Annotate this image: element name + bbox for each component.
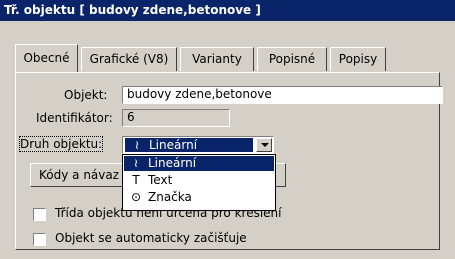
option-symbol-label: Značka bbox=[148, 190, 192, 204]
object-kind-selected: ≀ Lineární bbox=[125, 138, 253, 152]
tab-obecne[interactable]: Obecné bbox=[15, 44, 78, 72]
option-text-label: Text bbox=[148, 173, 173, 187]
auto-clean-checkbox[interactable] bbox=[33, 233, 46, 246]
symbol-icon: ⊙ bbox=[130, 190, 142, 204]
linear-icon: ≀ bbox=[134, 138, 140, 152]
text-icon: T bbox=[132, 173, 140, 187]
class-not-drawable-checkbox[interactable] bbox=[33, 208, 46, 221]
object-label: Objekt: bbox=[64, 88, 108, 102]
identifier-label: Identifikátor: bbox=[36, 111, 113, 125]
tab-varianty[interactable]: Varianty bbox=[180, 47, 254, 71]
chevron-down-icon[interactable] bbox=[256, 138, 272, 152]
tab-graficke[interactable]: Grafické (V8) bbox=[81, 47, 177, 71]
class-not-drawable-label-start: Třída objekt bbox=[55, 206, 125, 220]
object-kind-select[interactable]: ≀ Lineární bbox=[122, 136, 274, 154]
object-kind-label: Druh objektu: bbox=[18, 136, 104, 152]
object-name-field[interactable]: budovy zdene,betonove bbox=[122, 86, 443, 104]
tab-popisy[interactable]: Popisy bbox=[330, 47, 386, 71]
linear-icon: ≀ bbox=[133, 156, 139, 170]
tab-popisne[interactable]: Popisné bbox=[257, 47, 327, 71]
object-kind-selected-text: Lineární bbox=[149, 138, 198, 152]
identifier-field[interactable]: 6 bbox=[122, 109, 230, 127]
option-linear-label: Lineární bbox=[148, 156, 197, 170]
window-title: Tř. objektu [ budovy zdene,betonove ] bbox=[0, 0, 455, 21]
auto-clean-label: Objekt se automaticky začišťuje bbox=[55, 231, 247, 245]
option-symbol[interactable]: ⊙ Značka bbox=[124, 190, 274, 205]
object-kind-dropdown: ≀ Lineární T Text ⊙ Značka bbox=[122, 154, 276, 211]
codes-button-label: Kódy a návaz bbox=[39, 168, 120, 182]
option-linear[interactable]: ≀ Lineární bbox=[124, 156, 274, 171]
option-text[interactable]: T Text bbox=[124, 173, 274, 188]
